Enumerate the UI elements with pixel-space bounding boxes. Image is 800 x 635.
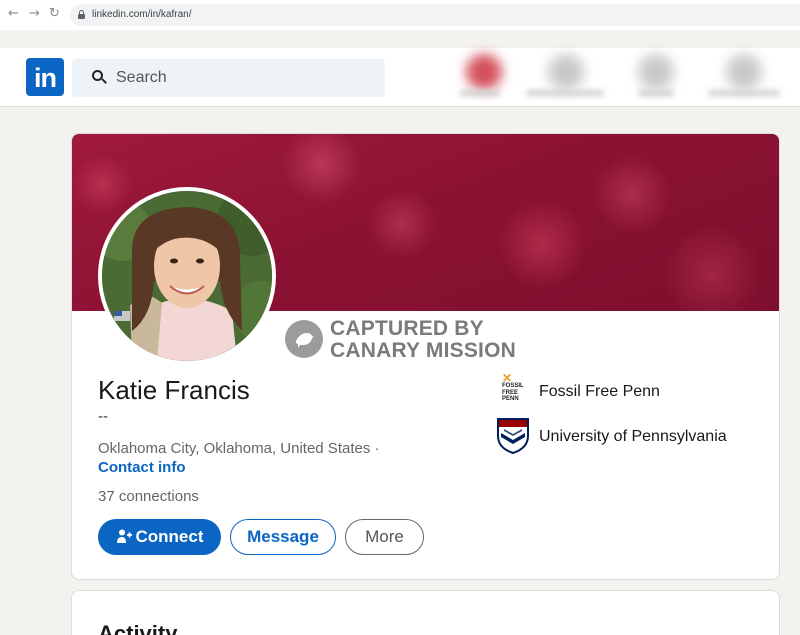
site-header: in bbox=[0, 48, 800, 107]
bird-icon bbox=[285, 320, 323, 358]
profile-location: Oklahoma City, Oklahoma, United States · bbox=[98, 440, 380, 457]
search-box[interactable] bbox=[72, 59, 385, 97]
fossil-free-penn-logo: ✕ FOSSIL FREE PENN bbox=[502, 371, 524, 402]
blurred-nav-icon bbox=[638, 54, 674, 90]
contact-info-link[interactable]: Contact info bbox=[98, 459, 186, 476]
search-input[interactable] bbox=[116, 59, 376, 97]
watermark-line2: CANARY MISSION bbox=[330, 339, 516, 362]
message-button[interactable]: Message bbox=[230, 519, 336, 555]
org-name: Fossil Free Penn bbox=[539, 383, 660, 400]
blurred-nav-label bbox=[708, 90, 780, 96]
more-button[interactable]: More bbox=[345, 519, 424, 555]
upenn-shield-icon bbox=[496, 418, 530, 459]
add-person-icon bbox=[116, 522, 132, 556]
watermark-line1: CAPTURED BY bbox=[330, 317, 484, 340]
profile-name: Katie Francis bbox=[98, 375, 250, 405]
profile-photo[interactable] bbox=[98, 187, 276, 365]
lock-icon bbox=[78, 10, 85, 19]
activity-heading: Activity bbox=[98, 621, 178, 635]
blurred-nav-icon bbox=[548, 54, 584, 90]
blurred-nav-label bbox=[638, 90, 674, 96]
linkedin-logo[interactable]: in bbox=[26, 58, 64, 96]
activity-card: Activity bbox=[71, 590, 780, 635]
forward-icon[interactable]: → bbox=[29, 6, 40, 21]
watermark: CAPTURED BY CANARY MISSION bbox=[285, 317, 545, 364]
browser-toolbar: ← → ↻ linkedin.com/in/kafran/ bbox=[0, 0, 800, 30]
reload-icon[interactable]: ↻ bbox=[49, 6, 60, 21]
connect-button[interactable]: Connect bbox=[98, 519, 221, 555]
blurred-nav-label bbox=[460, 90, 500, 96]
blurred-nav-area bbox=[452, 48, 800, 106]
connections-count[interactable]: 37 connections bbox=[98, 488, 199, 505]
profile-headline: -- bbox=[98, 408, 108, 425]
search-icon bbox=[92, 70, 107, 85]
connect-label: Connect bbox=[135, 527, 204, 546]
org-name: University of Pennsylvania bbox=[539, 428, 727, 445]
address-bar[interactable]: linkedin.com/in/kafran/ bbox=[70, 4, 800, 26]
blurred-nav-icon bbox=[726, 54, 762, 90]
blurred-nav-icon bbox=[466, 54, 502, 90]
blurred-nav-label bbox=[526, 90, 604, 96]
back-icon[interactable]: ← bbox=[8, 6, 19, 21]
url-text: linkedin.com/in/kafran/ bbox=[92, 9, 192, 20]
